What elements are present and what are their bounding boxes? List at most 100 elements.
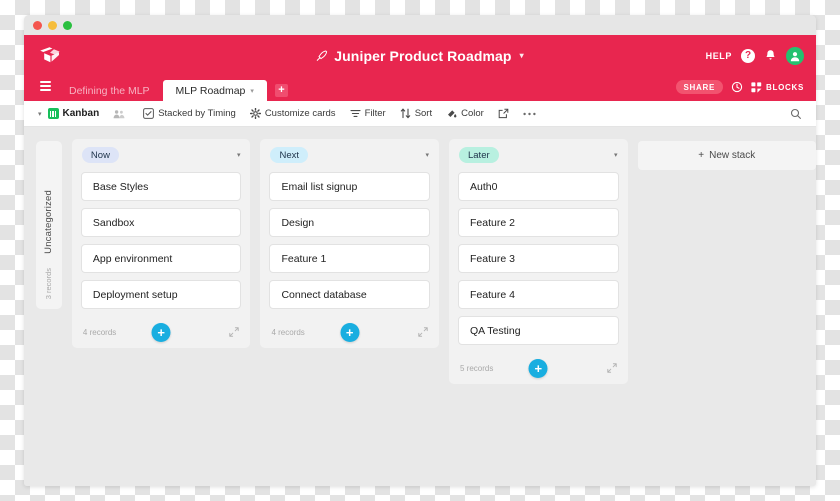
kanban-board: 3 records Uncategorized Now ▾ Base Style… xyxy=(24,127,816,486)
new-stack-button[interactable]: + New stack xyxy=(637,141,816,170)
kanban-card[interactable]: Feature 4 xyxy=(457,280,619,309)
sort-icon xyxy=(400,108,411,119)
chevron-down-icon[interactable]: ▾ xyxy=(425,151,429,159)
kanban-card[interactable]: Deployment setup xyxy=(80,280,242,309)
card-title: Auth0 xyxy=(469,180,498,193)
window-minimize-button[interactable] xyxy=(48,20,57,30)
plus-icon: + xyxy=(698,150,705,161)
stack-record-count: 5 records xyxy=(459,363,494,373)
gear-icon xyxy=(249,108,261,119)
filter-icon xyxy=(350,108,361,119)
view-toolbar: ▾ Kanban Stacked by Timing Customize car… xyxy=(24,101,816,127)
chevron-down-icon[interactable]: ▾ xyxy=(614,151,618,159)
current-view-button[interactable]: Kanban xyxy=(47,108,100,119)
tab-defining-the-mlp[interactable]: Defining the MLP xyxy=(56,80,163,101)
header-right-group: HELP ? xyxy=(706,35,804,76)
stack-later: Later ▾ Auth0 Feature 2 Feature 3 Featur… xyxy=(448,139,628,384)
search-icon[interactable] xyxy=(790,101,802,126)
chevron-down-icon[interactable]: ▾ xyxy=(520,51,524,60)
rocket-icon xyxy=(316,49,328,62)
stack-record-count: 4 records xyxy=(82,327,117,337)
chevron-down-icon[interactable]: ▾ xyxy=(237,151,241,159)
tab-label: Defining the MLP xyxy=(69,84,150,97)
help-link[interactable]: HELP xyxy=(706,51,732,61)
card-title: Feature 4 xyxy=(469,288,515,301)
stack-now: Now ▾ Base Styles Sandbox App environmen… xyxy=(71,139,251,348)
stack-title-pill[interactable]: Now xyxy=(81,147,119,163)
add-table-button[interactable]: + xyxy=(274,84,288,97)
stack-header: Now ▾ xyxy=(81,147,242,163)
card-title: Deployment setup xyxy=(92,288,178,301)
avatar[interactable] xyxy=(786,46,804,65)
document-title[interactable]: Juniper Product Roadmap ▾ xyxy=(24,35,816,76)
stack-uncategorized-collapsed[interactable]: 3 records Uncategorized xyxy=(36,141,62,309)
stacked-by-button[interactable]: Stacked by Timing xyxy=(143,108,236,119)
paint-icon xyxy=(446,108,457,119)
kanban-card[interactable]: Feature 3 xyxy=(457,244,619,273)
share-button[interactable]: SHARE xyxy=(675,80,724,94)
filter-button[interactable]: Filter xyxy=(350,108,386,119)
question-mark-icon[interactable]: ? xyxy=(741,48,755,63)
tab-label: MLP Roadmap xyxy=(175,84,246,97)
kanban-card[interactable]: QA Testing xyxy=(457,316,619,345)
card-title: Feature 2 xyxy=(469,216,515,229)
tab-mlp-roadmap[interactable]: MLP Roadmap ▾ xyxy=(162,80,267,101)
sort-button[interactable]: Sort xyxy=(400,108,432,119)
kanban-card[interactable]: Email list signup xyxy=(269,172,430,201)
filter-label: Filter xyxy=(364,108,386,119)
new-stack-label: New stack xyxy=(709,150,756,161)
current-view-label: Kanban xyxy=(62,108,100,119)
kanban-card[interactable]: Connect database xyxy=(269,280,430,309)
add-record-button[interactable]: + xyxy=(340,322,360,342)
stack-header: Later ▾ xyxy=(458,147,619,163)
history-clock-icon[interactable] xyxy=(731,81,743,93)
stack-header: Next ▾ xyxy=(269,147,430,163)
expand-icon[interactable] xyxy=(229,327,240,337)
collaborators-icon[interactable] xyxy=(113,109,125,119)
card-title: Connect database xyxy=(281,288,367,301)
tabbar-right-group: SHARE BLOCKS xyxy=(675,76,805,101)
kanban-card[interactable]: Feature 2 xyxy=(457,208,619,237)
stack-record-count: 4 records xyxy=(271,327,305,337)
kanban-card[interactable]: Feature 1 xyxy=(269,244,430,273)
window-zoom-button[interactable] xyxy=(63,20,72,30)
color-label: Color xyxy=(461,108,484,119)
ellipsis-icon[interactable] xyxy=(523,112,536,116)
add-record-button[interactable]: + xyxy=(528,358,548,378)
kanban-card[interactable]: Auth0 xyxy=(457,172,619,201)
external-link-icon[interactable] xyxy=(498,108,509,119)
card-title: Sandbox xyxy=(92,216,135,229)
kanban-card[interactable]: Design xyxy=(269,208,430,237)
card-title: Base Styles xyxy=(92,180,149,193)
stack-next: Next ▾ Email list signup Design Feature … xyxy=(260,139,439,348)
stack-title-pill[interactable]: Later xyxy=(458,147,499,163)
app-window: Juniper Product Roadmap ▾ HELP ? Definin… xyxy=(24,15,816,486)
hamburger-icon[interactable] xyxy=(34,76,56,101)
chevron-down-icon[interactable]: ▾ xyxy=(250,87,254,95)
color-button[interactable]: Color xyxy=(446,108,484,119)
stack-label: Uncategorized xyxy=(43,189,55,254)
card-title: Feature 1 xyxy=(281,252,327,265)
add-record-button[interactable]: + xyxy=(151,322,171,342)
card-title: QA Testing xyxy=(469,324,521,337)
blocks-button[interactable]: BLOCKS xyxy=(751,81,804,93)
stack-title-pill[interactable]: Next xyxy=(270,147,308,163)
bell-icon[interactable] xyxy=(764,49,777,62)
kanban-card[interactable]: Sandbox xyxy=(80,208,242,237)
tab-bar: Defining the MLP MLP Roadmap ▾ + SHARE B… xyxy=(24,76,816,101)
card-title: Design xyxy=(281,216,315,229)
stack-record-count: 3 records xyxy=(44,267,54,299)
kanban-card[interactable]: Base Styles xyxy=(80,172,242,201)
collapse-sidebar-icon[interactable]: ▾ xyxy=(38,110,42,118)
kanban-icon xyxy=(47,108,59,119)
blocks-label: BLOCKS xyxy=(766,82,804,92)
stack-checkbox-icon xyxy=(143,108,155,119)
expand-icon[interactable] xyxy=(418,327,428,337)
window-close-button[interactable] xyxy=(33,20,42,30)
stack-footer: 5 records + xyxy=(458,352,619,384)
customize-cards-button[interactable]: Customize cards xyxy=(249,108,336,119)
window-titlebar xyxy=(24,15,816,35)
stacked-by-label: Stacked by Timing xyxy=(158,108,236,119)
expand-icon[interactable] xyxy=(606,363,617,373)
kanban-card[interactable]: App environment xyxy=(80,244,242,273)
